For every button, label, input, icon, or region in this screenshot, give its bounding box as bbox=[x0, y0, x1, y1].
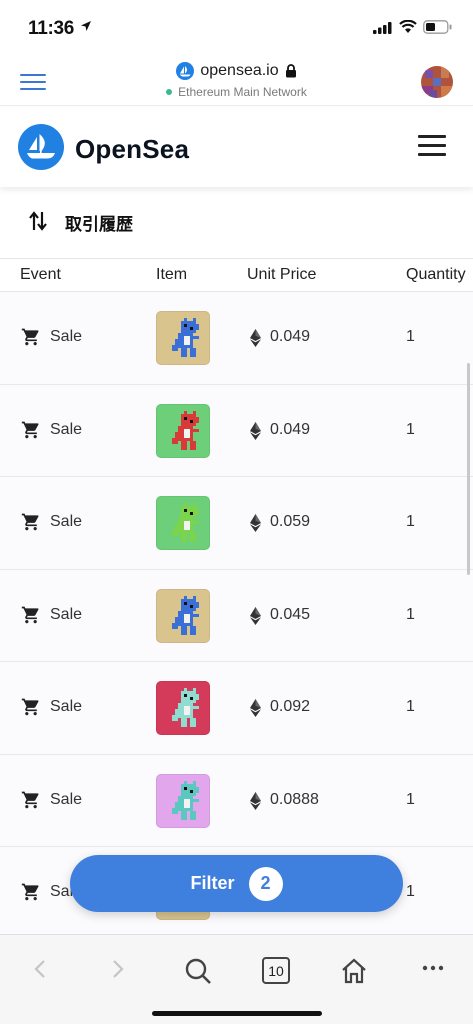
item-thumbnail[interactable] bbox=[156, 311, 210, 365]
table-row[interactable]: Sale 0.059 1 bbox=[0, 477, 473, 570]
cart-icon bbox=[21, 328, 39, 346]
status-time: 11:36 bbox=[28, 18, 75, 39]
search-icon[interactable] bbox=[184, 957, 212, 985]
avatar-pixel-art bbox=[421, 66, 453, 98]
price-value: 0.059 bbox=[270, 513, 311, 530]
cart-icon bbox=[21, 883, 39, 901]
dino-nft-art bbox=[172, 318, 199, 357]
home-indicator bbox=[152, 1011, 322, 1016]
item-thumbnail[interactable] bbox=[156, 403, 210, 458]
account-avatar[interactable] bbox=[421, 66, 453, 98]
network-name: Ethereum Main Network bbox=[178, 85, 307, 99]
item-thumbnail[interactable] bbox=[156, 496, 210, 550]
price-value: 0.045 bbox=[270, 605, 311, 623]
swap-vertical-icon bbox=[29, 211, 47, 231]
table-row[interactable]: Sale 0.092 1 bbox=[0, 662, 473, 755]
ethereum-icon bbox=[250, 606, 261, 625]
dino-nft-art bbox=[172, 503, 199, 542]
price-value: 0.049 bbox=[270, 420, 311, 438]
site-favicon-icon bbox=[176, 62, 195, 80]
item-thumbnail[interactable] bbox=[156, 773, 210, 828]
event-label: Sale bbox=[50, 420, 83, 438]
table-header: Event Item Unit Price Quantity bbox=[0, 259, 473, 292]
forward-icon[interactable] bbox=[108, 957, 128, 981]
column-header-event: Event bbox=[20, 266, 61, 283]
event-label: Sale bbox=[50, 513, 83, 530]
ethereum-icon bbox=[250, 791, 261, 810]
scrollbar[interactable] bbox=[467, 363, 470, 575]
item-thumbnail[interactable] bbox=[156, 588, 210, 643]
column-header-quantity: Quantity bbox=[406, 266, 466, 283]
table-row[interactable]: Sale 0.049 1 bbox=[0, 292, 473, 385]
opensea-logo-icon[interactable] bbox=[18, 124, 64, 170]
network-status-dot bbox=[166, 89, 173, 95]
site-menu-icon[interactable] bbox=[418, 135, 446, 157]
tabs-button[interactable]: 10 bbox=[262, 957, 290, 984]
dino-nft-art bbox=[172, 595, 199, 635]
table-row[interactable]: Sale 0.0888 1 bbox=[0, 754, 473, 847]
ethereum-icon bbox=[250, 329, 261, 347]
dino-nft-art bbox=[172, 780, 199, 820]
status-bar: 11:36 bbox=[0, 0, 473, 54]
quantity-value: 1 bbox=[406, 605, 415, 623]
cart-icon bbox=[21, 698, 39, 716]
activity-header[interactable]: 取引履歴 bbox=[0, 188, 473, 259]
event-label: Sale bbox=[50, 790, 83, 808]
event-label: Sale bbox=[50, 328, 83, 345]
column-header-unit-price: Unit Price bbox=[247, 266, 317, 283]
back-icon[interactable] bbox=[30, 957, 50, 981]
battery-icon bbox=[423, 20, 452, 34]
browser-toolbar: 10 bbox=[0, 934, 473, 1024]
url-text: opensea.io bbox=[200, 62, 279, 79]
quantity-value: 1 bbox=[406, 883, 415, 900]
quantity-value: 1 bbox=[406, 513, 415, 530]
opensea-navbar: OpenSea bbox=[0, 107, 473, 187]
price-value: 0.0888 bbox=[270, 790, 319, 808]
price-value: 0.092 bbox=[270, 698, 311, 715]
dino-nft-art bbox=[172, 410, 199, 450]
price-value: 0.049 bbox=[270, 328, 311, 345]
home-icon[interactable] bbox=[340, 957, 368, 985]
quantity-value: 1 bbox=[406, 420, 415, 438]
filter-count-badge: 2 bbox=[248, 866, 283, 901]
column-header-item: Item bbox=[156, 266, 188, 283]
url-display: opensea.io Ethereum Main Network bbox=[0, 60, 473, 99]
quantity-value: 1 bbox=[406, 698, 415, 715]
location-arrow-icon bbox=[81, 21, 91, 31]
cart-icon bbox=[21, 513, 39, 531]
lock-icon bbox=[285, 64, 296, 78]
activity-panel: 取引履歴 Event Item Unit Price Quantity Sale… bbox=[0, 188, 473, 934]
filter-label: Filter bbox=[190, 873, 235, 893]
ethereum-icon bbox=[250, 421, 261, 440]
table-row[interactable]: Sale 0.045 1 bbox=[0, 569, 473, 662]
wifi-icon bbox=[399, 20, 417, 33]
activity-title: 取引履歴 bbox=[65, 215, 133, 234]
wallet-browser-header: opensea.io Ethereum Main Network bbox=[0, 54, 473, 106]
more-icon[interactable] bbox=[422, 957, 444, 985]
ethereum-icon bbox=[250, 699, 261, 717]
cart-icon bbox=[21, 421, 39, 438]
cellular-signal-icon bbox=[373, 22, 392, 34]
cart-icon bbox=[21, 791, 39, 808]
event-label: Sale bbox=[50, 698, 83, 715]
quantity-value: 1 bbox=[406, 328, 415, 345]
cart-icon bbox=[21, 606, 39, 623]
ethereum-icon bbox=[250, 514, 261, 532]
activity-table-rows: Sale 0.049 1 Sale 0.049 1 Sale 0.059 1 Sale 0.045 1… bbox=[0, 292, 473, 934]
item-thumbnail[interactable] bbox=[156, 681, 210, 735]
dino-nft-art bbox=[172, 688, 199, 727]
quantity-value: 1 bbox=[406, 790, 415, 808]
event-label: Sale bbox=[50, 605, 83, 623]
opensea-brand[interactable]: OpenSea bbox=[75, 134, 189, 165]
table-row[interactable]: Sale 0.049 1 bbox=[0, 384, 473, 477]
filter-button[interactable]: Filter 2 bbox=[70, 855, 403, 912]
